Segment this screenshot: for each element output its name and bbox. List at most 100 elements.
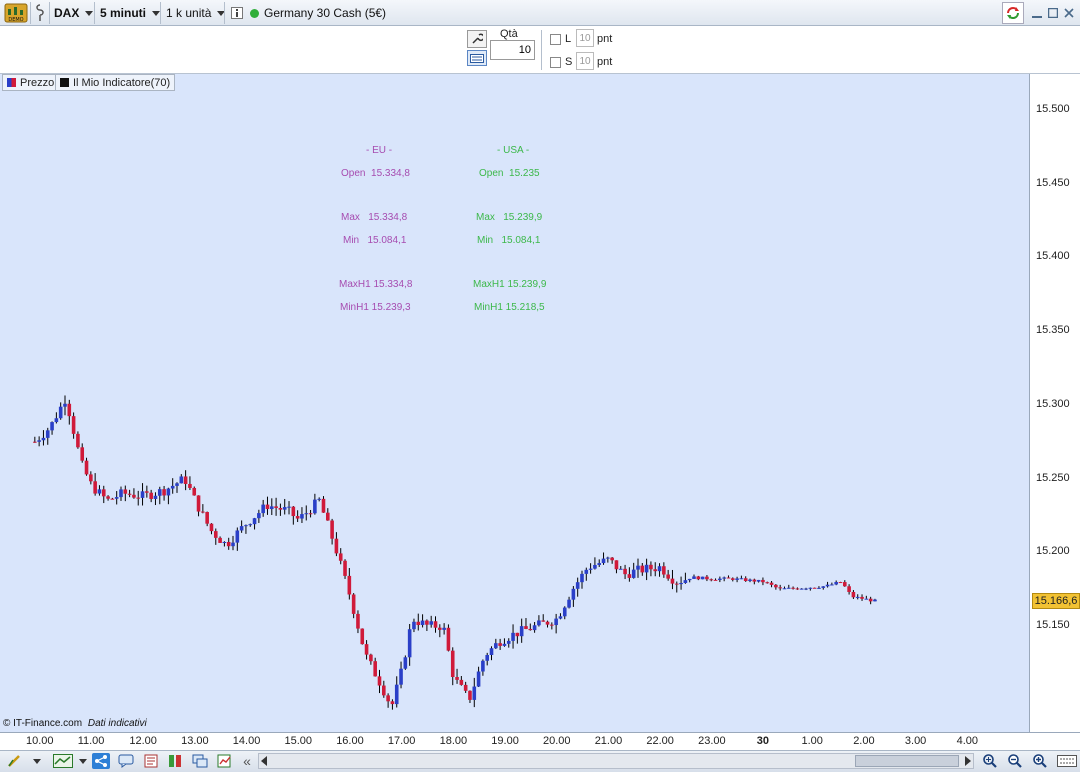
chevron-down-icon bbox=[152, 10, 161, 16]
link-icon[interactable] bbox=[32, 2, 48, 24]
units-label: 1 k unità bbox=[166, 6, 212, 20]
zoom-auto-icon[interactable] bbox=[981, 753, 999, 769]
connection-status-icon bbox=[250, 8, 259, 18]
legend-price[interactable]: Prezzo bbox=[2, 74, 60, 91]
candle-body bbox=[817, 587, 821, 589]
candle-body bbox=[554, 618, 558, 626]
candle-body bbox=[670, 578, 675, 584]
zoom-in-icon[interactable] bbox=[1031, 753, 1049, 769]
drawing-menu-chevron-icon[interactable] bbox=[32, 753, 42, 769]
notes-icon[interactable] bbox=[142, 753, 160, 769]
time-tick-label: 12.00 bbox=[129, 735, 157, 747]
collapse-left-icon[interactable]: « bbox=[238, 753, 256, 769]
instrument-label: Germany 30 Cash (5€) bbox=[264, 6, 387, 20]
timeframe-dropdown[interactable]: 5 minuti bbox=[100, 2, 161, 24]
eu-maxh1: MaxH1 15.334,8 bbox=[339, 279, 413, 290]
candle-body bbox=[606, 557, 610, 559]
maximize-icon[interactable] bbox=[1046, 2, 1060, 24]
usa-minh1: MinH1 15.218,5 bbox=[474, 302, 545, 313]
candle-body bbox=[54, 418, 59, 423]
candle-body bbox=[373, 661, 377, 677]
short-checkbox[interactable] bbox=[550, 57, 561, 68]
comment-icon[interactable] bbox=[117, 753, 135, 769]
candle-body bbox=[325, 512, 330, 521]
candle-body bbox=[369, 654, 373, 662]
wrench-icon[interactable] bbox=[467, 30, 487, 48]
candle-body bbox=[416, 621, 421, 626]
scroll-right-icon[interactable] bbox=[965, 756, 971, 766]
candle-body bbox=[269, 506, 274, 510]
candle-body bbox=[627, 574, 632, 578]
indicator-swatch-icon bbox=[60, 78, 69, 87]
candle-body bbox=[287, 506, 291, 508]
time-tick-label: 11.00 bbox=[77, 735, 105, 747]
candle-body bbox=[394, 684, 399, 705]
candle-body bbox=[80, 447, 85, 461]
candle-body bbox=[524, 626, 528, 629]
chart-scrollbar[interactable] bbox=[258, 753, 974, 769]
keyboard-shortcuts-icon[interactable] bbox=[1056, 753, 1078, 769]
candle-body bbox=[860, 596, 864, 599]
zoom-out-icon[interactable] bbox=[1006, 753, 1024, 769]
copyright-text: © IT-Finance.com bbox=[3, 718, 83, 729]
candle-body bbox=[644, 564, 649, 573]
indicators-icon[interactable] bbox=[52, 753, 74, 769]
candle-body bbox=[537, 620, 541, 626]
candle-body bbox=[110, 498, 115, 500]
current-price-badge: 15.166,6 bbox=[1032, 593, 1080, 609]
candle-body bbox=[808, 587, 813, 589]
minimize-icon[interactable] bbox=[1030, 2, 1044, 24]
candle-body bbox=[282, 507, 287, 510]
time-tick-label: 3.00 bbox=[904, 735, 927, 747]
candle-body bbox=[399, 668, 403, 685]
candle-body bbox=[472, 686, 477, 700]
candle-body bbox=[838, 582, 843, 584]
symbol-dropdown[interactable]: DAX bbox=[54, 2, 94, 24]
usa-open: Open 15.235 bbox=[479, 168, 540, 179]
candle-body bbox=[231, 542, 235, 547]
screener-icon[interactable] bbox=[216, 753, 234, 769]
candle-body bbox=[515, 632, 520, 637]
candle-body bbox=[769, 582, 774, 585]
candle-body bbox=[541, 620, 546, 622]
candle-body bbox=[218, 537, 222, 543]
order-book-icon[interactable] bbox=[166, 753, 184, 769]
close-icon[interactable] bbox=[1062, 2, 1076, 24]
candle-body bbox=[407, 629, 412, 658]
candle-body bbox=[468, 690, 472, 700]
quantity-input[interactable] bbox=[490, 40, 535, 60]
instrument-title[interactable]: Germany 30 Cash (5€) bbox=[250, 2, 386, 24]
legend-indicator[interactable]: Il Mio Indicatore(70) bbox=[55, 74, 176, 91]
candle-body bbox=[782, 588, 787, 590]
candle-body bbox=[386, 695, 390, 702]
long-points-input[interactable] bbox=[576, 29, 594, 47]
demo-icon[interactable]: DEMO bbox=[3, 2, 29, 24]
scrollbar-thumb[interactable] bbox=[855, 755, 959, 767]
candle-body bbox=[274, 506, 278, 508]
keyboard-icon[interactable] bbox=[467, 50, 487, 66]
price-swatch-icon bbox=[7, 78, 16, 87]
scroll-left-icon[interactable] bbox=[261, 756, 267, 766]
top-toolbar: DEMO DAX 5 minuti 1 k unità Germany 30 C… bbox=[0, 0, 1080, 26]
candle-body bbox=[149, 492, 153, 499]
time-tick-label: 14.00 bbox=[232, 735, 261, 747]
short-points-input[interactable] bbox=[576, 52, 594, 70]
units-dropdown[interactable]: 1 k unità bbox=[166, 2, 226, 24]
candle-body bbox=[842, 582, 847, 587]
long-checkbox[interactable] bbox=[550, 34, 561, 45]
candle-body bbox=[718, 578, 722, 581]
candle-body bbox=[545, 621, 550, 625]
candle-body bbox=[321, 498, 326, 513]
drawing-pencil-icon[interactable] bbox=[6, 753, 24, 769]
info-icon[interactable] bbox=[230, 2, 244, 24]
windows-icon[interactable] bbox=[191, 753, 209, 769]
candle-body bbox=[213, 531, 218, 538]
candle-body bbox=[140, 491, 145, 498]
refresh-icon[interactable] bbox=[1002, 2, 1024, 24]
candle-body bbox=[455, 676, 459, 680]
candle-body bbox=[433, 621, 438, 628]
indicators-menu-chevron-icon[interactable] bbox=[78, 753, 88, 769]
price-tick-label: 15.500 bbox=[1036, 103, 1070, 115]
candle-body bbox=[382, 685, 386, 696]
share-icon[interactable] bbox=[92, 753, 110, 769]
